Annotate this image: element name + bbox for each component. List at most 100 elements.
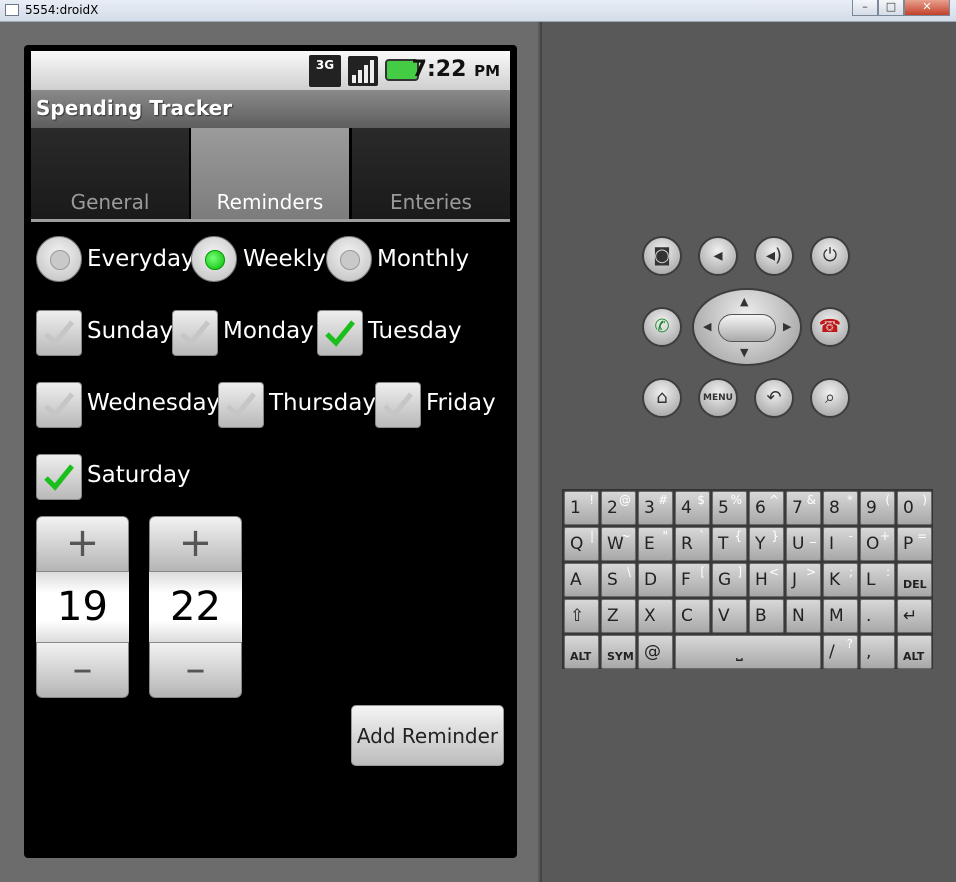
- key-4-5[interactable]: ,: [860, 635, 895, 669]
- hour-decrement-button[interactable]: –: [36, 642, 129, 698]
- key-alt-label: ): [922, 493, 927, 507]
- volume-down-button[interactable]: ◂: [698, 236, 738, 276]
- key-0-3[interactable]: 4 $: [675, 491, 710, 525]
- key-4-1[interactable]: SYM: [601, 635, 636, 669]
- key-label: P: [903, 534, 914, 554]
- key-3-6[interactable]: N: [786, 599, 821, 633]
- checkbox-friday[interactable]: [375, 382, 421, 428]
- radio-indicator: [50, 250, 70, 270]
- power-button[interactable]: ⏻: [810, 236, 850, 276]
- key-3-8[interactable]: .: [860, 599, 895, 633]
- dpad-down-icon[interactable]: ▼: [740, 346, 748, 359]
- key-label: 2: [607, 498, 618, 518]
- key-1-5[interactable]: Y}: [749, 527, 784, 561]
- checkbox-sunday-label: Sunday: [87, 318, 174, 344]
- tab-enteries[interactable]: Enteries: [352, 128, 510, 219]
- key-1-3[interactable]: R `: [675, 527, 710, 561]
- key-3-7[interactable]: M: [823, 599, 858, 633]
- tab-reminders[interactable]: Reminders: [191, 128, 349, 219]
- key-1-8[interactable]: O +: [860, 527, 895, 561]
- key-4-4[interactable]: /?: [823, 635, 858, 669]
- key-2-5[interactable]: H <: [749, 563, 784, 597]
- key-1-2[interactable]: E ": [638, 527, 673, 561]
- key-0-7[interactable]: 8 *: [823, 491, 858, 525]
- key-label: 8: [829, 498, 840, 518]
- minute-value[interactable]: 22: [149, 572, 242, 642]
- key-3-5[interactable]: B: [749, 599, 784, 633]
- checkbox-monday[interactable]: [172, 310, 218, 356]
- key-3-0[interactable]: ⇧: [564, 599, 599, 633]
- dpad-right-icon[interactable]: ▶: [783, 320, 791, 333]
- key-2-6[interactable]: J >: [786, 563, 821, 597]
- space-key[interactable]: ⎵: [675, 635, 821, 669]
- key-3-4[interactable]: V: [712, 599, 747, 633]
- hour-value[interactable]: 19: [36, 572, 129, 642]
- add-reminder-button[interactable]: Add Reminder: [351, 705, 504, 766]
- back-button[interactable]: ↶: [754, 378, 794, 418]
- hour-increment-button[interactable]: +: [36, 516, 129, 572]
- key-2-4[interactable]: G]: [712, 563, 747, 597]
- key-2-0[interactable]: A: [564, 563, 599, 597]
- key-1-1[interactable]: W ~: [601, 527, 636, 561]
- volume-up-button[interactable]: ◂): [754, 236, 794, 276]
- search-button[interactable]: ⌕: [810, 378, 850, 418]
- key-1-9[interactable]: P =: [897, 527, 932, 561]
- checkbox-tuesday[interactable]: [317, 310, 363, 356]
- key-0-5[interactable]: 6 ^: [749, 491, 784, 525]
- window-titlebar: 5554:droidX – □ ✕: [0, 0, 956, 22]
- key-label: 5: [718, 498, 729, 518]
- key-0-4[interactable]: 5%: [712, 491, 747, 525]
- home-button[interactable]: ⌂: [642, 378, 682, 418]
- call-button[interactable]: ✆: [642, 307, 682, 347]
- key-1-7[interactable]: I-: [823, 527, 858, 561]
- key-1-4[interactable]: T{: [712, 527, 747, 561]
- key-1-0[interactable]: Q |: [564, 527, 599, 561]
- phone-call-icon: ✆: [654, 316, 670, 337]
- minute-decrement-button[interactable]: –: [149, 642, 242, 698]
- key-3-9[interactable]: ↵: [897, 599, 932, 633]
- minute-increment-button[interactable]: +: [149, 516, 242, 572]
- key-4-2[interactable]: @: [638, 635, 673, 669]
- key-2-3[interactable]: F[: [675, 563, 710, 597]
- window-app-icon: [5, 4, 19, 16]
- key-0-8[interactable]: 9(: [860, 491, 895, 525]
- radio-everyday[interactable]: [36, 236, 82, 282]
- dpad-center-button[interactable]: [718, 314, 776, 342]
- minimize-button[interactable]: –: [852, 0, 878, 16]
- key-2-8[interactable]: L:: [860, 563, 895, 597]
- close-button[interactable]: ✕: [904, 0, 950, 16]
- key-3-3[interactable]: C: [675, 599, 710, 633]
- key-1-6[interactable]: U _: [786, 527, 821, 561]
- tab-general[interactable]: General: [31, 128, 189, 219]
- key-label: /: [829, 642, 835, 662]
- key-label: 7: [792, 498, 803, 518]
- key-2-7[interactable]: K;: [823, 563, 858, 597]
- maximize-button[interactable]: □: [878, 0, 904, 16]
- checkbox-thursday[interactable]: [218, 382, 264, 428]
- key-0-6[interactable]: 7 &: [786, 491, 821, 525]
- radio-monthly[interactable]: [326, 236, 372, 282]
- checkbox-sunday[interactable]: [36, 310, 82, 356]
- key-2-9[interactable]: DEL: [897, 563, 932, 597]
- key-0-1[interactable]: 2 @: [601, 491, 636, 525]
- key-alt-label: :: [885, 565, 890, 579]
- checkbox-saturday[interactable]: [36, 454, 82, 500]
- key-3-2[interactable]: X: [638, 599, 673, 633]
- radio-weekly[interactable]: [191, 236, 237, 282]
- dpad-left-icon[interactable]: ◀: [703, 320, 711, 333]
- key-0-0[interactable]: 1!: [564, 491, 599, 525]
- key-4-6[interactable]: ALT: [897, 635, 932, 669]
- dpad-up-icon[interactable]: ▲: [740, 295, 748, 308]
- key-0-9[interactable]: 0): [897, 491, 932, 525]
- key-2-1[interactable]: S \: [601, 563, 636, 597]
- key-2-2[interactable]: D: [638, 563, 673, 597]
- key-alt-label: ]: [737, 565, 742, 579]
- key-3-1[interactable]: Z: [601, 599, 636, 633]
- key-4-0[interactable]: ALT: [564, 635, 599, 669]
- key-label: S: [607, 570, 618, 590]
- checkbox-wednesday[interactable]: [36, 382, 82, 428]
- menu-button[interactable]: MENU: [698, 378, 738, 418]
- end-call-button[interactable]: ☎: [810, 307, 850, 347]
- key-0-2[interactable]: 3 #: [638, 491, 673, 525]
- camera-button[interactable]: ◙: [642, 236, 682, 276]
